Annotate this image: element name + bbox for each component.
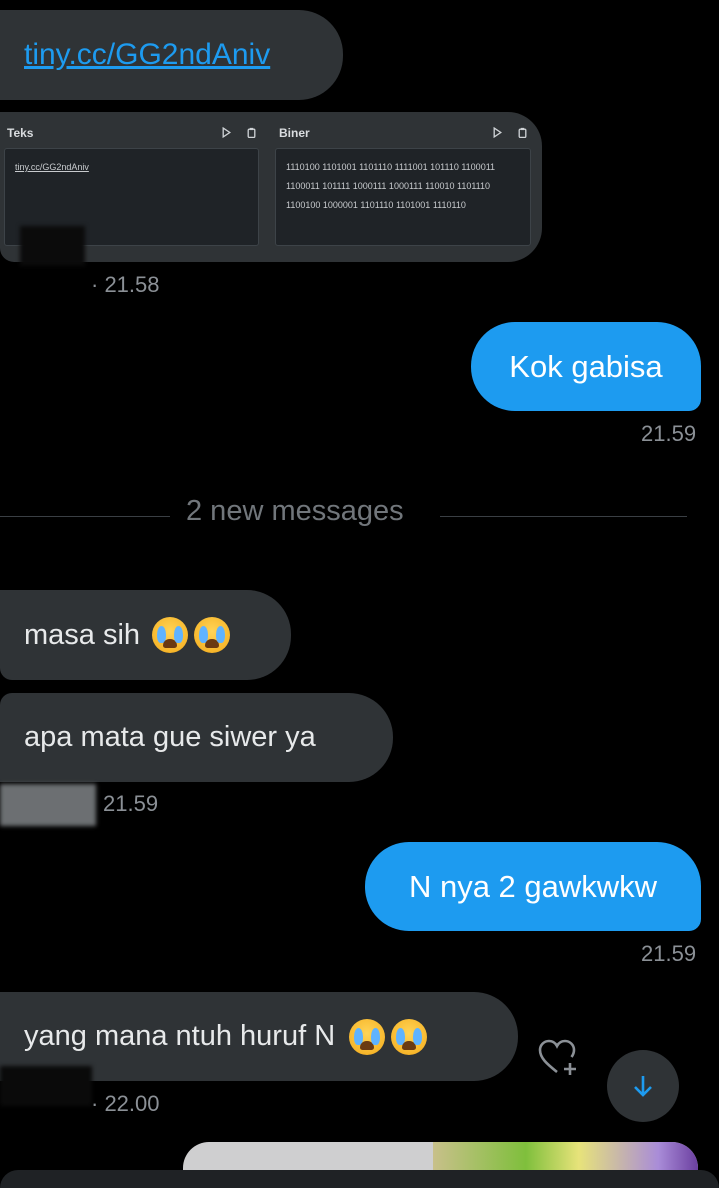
message-text: masa sih (24, 618, 141, 651)
play-icon (222, 127, 231, 138)
copy-icon (247, 127, 256, 138)
timestamp: 21.59 (641, 941, 697, 966)
incoming-message-bubble[interactable]: masa sih (0, 590, 291, 680)
loudly-crying-face-emoji (349, 1018, 386, 1055)
redacted-avatar (0, 1066, 92, 1106)
play-icon (493, 127, 502, 138)
message-bubble-link[interactable]: tiny.cc/GG2ndAniv (0, 10, 343, 100)
message-text: apa mata gue siwer ya (24, 721, 316, 754)
timestamp: · 21.58 (91, 272, 160, 297)
message-composer[interactable] (0, 1170, 719, 1188)
outgoing-message-bubble[interactable]: Kok gabisa (471, 322, 701, 411)
message-text: yang mana ntuh huruf N (24, 1020, 336, 1053)
arrow-down-icon (634, 1076, 652, 1097)
heart-plus-icon[interactable] (537, 1039, 581, 1077)
timestamp: 21.59 (103, 791, 159, 816)
divider-line-left (0, 516, 170, 517)
outgoing-message-bubble[interactable]: N nya 2 gawkwkw (365, 842, 701, 931)
divider-line-right (440, 516, 687, 517)
loudly-crying-face-emoji (152, 617, 189, 653)
redacted-avatar (20, 226, 85, 266)
binary-panel-title: Biner (279, 126, 310, 140)
timestamp: · 22.00 (91, 1091, 160, 1116)
loudly-crying-face-emoji (391, 1018, 428, 1055)
message-text: Kok gabisa (509, 348, 663, 384)
message-text: N nya 2 gawkwkw (408, 868, 658, 904)
next-image-preview[interactable] (183, 1142, 698, 1172)
text-panel-title: Teks (7, 126, 34, 140)
loudly-crying-face-emoji (194, 617, 231, 653)
copy-icon (518, 127, 527, 138)
redacted-name (0, 784, 96, 826)
binary-panel-content: 1110100 1101001 1101110 1111001 101110 1… (275, 148, 531, 246)
timestamp: 21.59 (641, 421, 697, 446)
scroll-to-bottom-button[interactable] (607, 1050, 679, 1122)
incoming-message-bubble[interactable]: apa mata gue siwer ya (0, 693, 393, 782)
message-link[interactable]: tiny.cc/GG2ndAniv (24, 37, 270, 73)
new-messages-divider: 2 new messages (186, 495, 404, 527)
